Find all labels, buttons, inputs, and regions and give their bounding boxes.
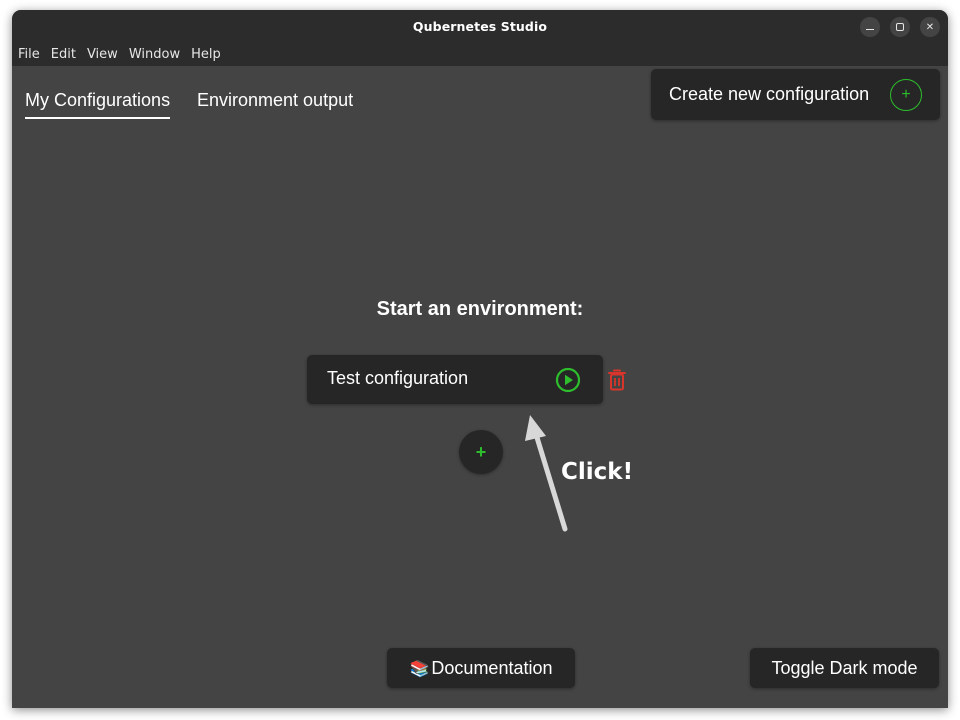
maximize-icon xyxy=(896,23,904,31)
maximize-button[interactable] xyxy=(890,17,910,37)
configuration-name: Test configuration xyxy=(327,368,469,388)
menu-bar: File Edit View Window Help xyxy=(12,43,948,66)
close-button[interactable]: ✕ xyxy=(920,17,940,37)
documentation-button[interactable]: 📚 Documentation xyxy=(387,648,575,688)
tab-my-configurations[interactable]: My Configurations xyxy=(25,90,171,119)
minimize-icon xyxy=(866,28,874,31)
configuration-card[interactable]: Test configuration xyxy=(307,355,603,404)
menu-edit[interactable]: Edit xyxy=(51,47,76,62)
window-title: Qubernetes Studio xyxy=(412,19,548,34)
create-configuration-button[interactable]: Create new configuration + xyxy=(651,69,940,120)
minimize-button[interactable] xyxy=(860,17,880,37)
start-environment-heading: Start an environment: xyxy=(376,298,584,320)
title-bar[interactable]: Qubernetes Studio ✕ xyxy=(12,10,948,43)
menu-view[interactable]: View xyxy=(87,47,118,62)
create-configuration-label: Create new configuration xyxy=(669,84,870,104)
tab-environment-output[interactable]: Environment output xyxy=(197,90,353,117)
plus-circle-icon: + xyxy=(890,79,922,111)
menu-help[interactable]: Help xyxy=(191,47,221,62)
menu-window[interactable]: Window xyxy=(129,47,180,62)
annotation-click-text: Click! xyxy=(561,459,634,485)
app-window: Qubernetes Studio ✕ File Edit View Windo… xyxy=(12,10,948,708)
plus-icon: + xyxy=(475,441,487,462)
play-circle-icon[interactable] xyxy=(555,367,581,393)
books-icon: 📚 xyxy=(409,658,430,678)
documentation-label: Documentation xyxy=(431,657,553,678)
toggle-dark-mode-label: Toggle Dark mode xyxy=(771,657,918,678)
add-configuration-button[interactable]: + xyxy=(459,430,503,474)
close-icon: ✕ xyxy=(925,21,935,33)
toggle-dark-mode-button[interactable]: Toggle Dark mode xyxy=(750,648,939,688)
menu-file[interactable]: File xyxy=(18,47,40,62)
trash-icon[interactable] xyxy=(606,368,628,392)
